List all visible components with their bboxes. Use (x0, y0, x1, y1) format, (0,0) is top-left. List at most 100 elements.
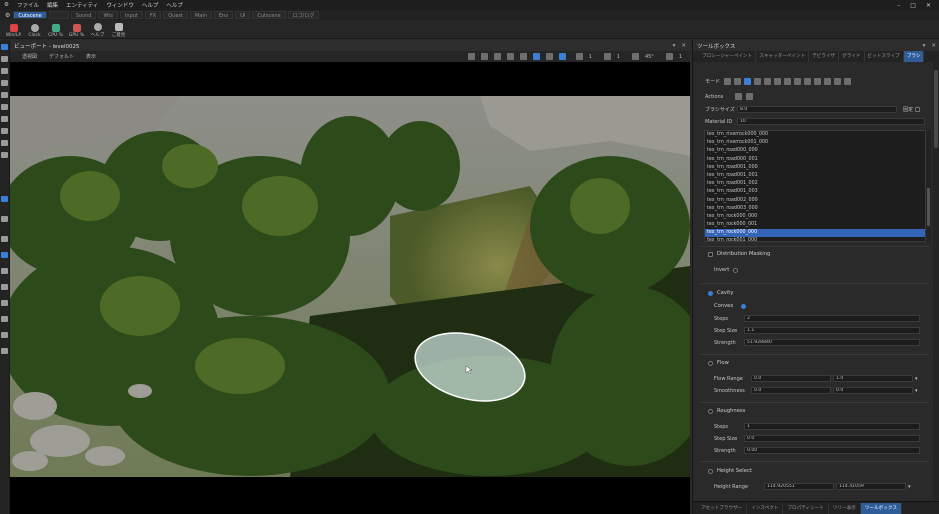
view-tool-icon[interactable] (1, 252, 8, 258)
terrain-scene[interactable] (10, 96, 690, 477)
raise-mode-icon[interactable] (724, 78, 732, 85)
menu-window[interactable]: ウィンドウ (102, 1, 138, 9)
bottom-tab[interactable]: プロパティシート (783, 502, 829, 514)
workspace-tab[interactable] (48, 11, 69, 19)
cavity-step-size-input[interactable]: 1.1 (744, 327, 920, 334)
toolbox-tab[interactable]: プロシージャーペイント (699, 51, 757, 62)
workspace-tab[interactable]: Cutscene (13, 11, 47, 19)
panel-c-icon[interactable] (1, 300, 8, 306)
invert-checkbox[interactable] (733, 267, 739, 273)
rotate-icon[interactable] (493, 53, 501, 60)
height-range-dropdown-icon[interactable]: ▾ (908, 484, 911, 490)
texture-list-item[interactable]: tex_trn_riverrock000_000 (705, 131, 925, 139)
workspace-tab[interactable]: Cutscene (252, 11, 286, 19)
panel-b-icon[interactable] (1, 284, 8, 290)
gpu-button[interactable]: GPU % (66, 24, 87, 38)
texture-list-item[interactable]: tex_trn_rock000_000 (705, 213, 925, 221)
light-tool-icon[interactable] (1, 140, 8, 146)
convex-radio[interactable] (741, 303, 747, 309)
menu-edit[interactable]: 編集 (43, 1, 62, 9)
pencil-icon[interactable] (735, 93, 743, 100)
move-icon[interactable] (480, 53, 488, 60)
texture-list-scrollbar[interactable] (926, 130, 931, 242)
stamp-d-icon[interactable] (844, 78, 852, 85)
camera-tool-icon[interactable] (1, 152, 8, 158)
roughness-checkbox[interactable] (708, 408, 713, 414)
bottom-tab[interactable]: ツリー表示 (829, 502, 861, 514)
fov-icon[interactable] (631, 53, 639, 60)
toolbox-close-icon[interactable]: ✕ (931, 43, 936, 49)
workspace-tab[interactable]: Input (119, 11, 143, 19)
texture-list[interactable]: tex_trn_riverrock000_000 tex_trn_riverro… (704, 130, 926, 242)
feedback-button[interactable]: ご意見 (108, 23, 129, 38)
texture-list-item[interactable]: tex_trn_road000_001 (705, 156, 925, 164)
fov-value[interactable]: 45° (645, 54, 654, 60)
texture-list-item[interactable]: tex_trn_road001_002 (705, 180, 925, 188)
bottom-tab[interactable]: アセットブラウザー (697, 502, 748, 514)
height-range-max-input[interactable]: 114.41059 (836, 483, 906, 490)
texture-list-item[interactable]: tex_trn_road002_000 (705, 197, 925, 205)
move-tool-icon[interactable] (1, 56, 8, 62)
layer-tool-icon[interactable] (1, 128, 8, 134)
cursor-icon[interactable] (467, 53, 475, 60)
flatten-mode-icon[interactable] (764, 78, 772, 85)
brush-size-input[interactable]: 8.0 (737, 106, 897, 113)
node-icon[interactable] (519, 53, 527, 60)
viewport-menu-icon[interactable]: ▾ (673, 43, 676, 49)
workspace-tab[interactable]: Main (189, 11, 212, 19)
texture-list-item-selected[interactable]: tex_trn_rock000_000 (705, 229, 925, 238)
grid-value[interactable]: 1 (589, 54, 592, 60)
clock-button[interactable]: Clock (24, 24, 45, 38)
world-space-icon[interactable] (545, 53, 553, 60)
up-arrow-icon[interactable] (804, 78, 812, 85)
lower-mode-icon[interactable] (734, 78, 742, 85)
rough-steps-input[interactable]: 1 (744, 423, 920, 430)
material-id-input[interactable]: 10 (737, 118, 925, 125)
viewport-menu-perspective[interactable]: 透視図 (22, 53, 37, 60)
snap-icon[interactable] (558, 53, 566, 60)
flow-range-dropdown-icon[interactable]: ▾ (915, 376, 918, 382)
panel-e-icon[interactable] (1, 332, 8, 338)
app-icon[interactable]: ⚙ (0, 2, 13, 8)
speed-value[interactable]: 1 (679, 54, 682, 60)
paint-mode-icon[interactable] (744, 78, 752, 85)
viewport-close-icon[interactable]: ✕ (681, 43, 686, 49)
menu-help-b[interactable]: ヘルプ (162, 1, 187, 9)
terrain-tool-icon[interactable] (1, 104, 8, 110)
menu-file[interactable]: ファイル (13, 1, 43, 9)
toolbox-tab[interactable]: グライド (839, 51, 865, 62)
workspace-tab[interactable]: Env (213, 11, 234, 19)
flow-range-max-input[interactable]: 1.0 (833, 375, 913, 382)
toolbox-tab-active[interactable]: ブラシ (903, 51, 925, 62)
toolbox-tab[interactable]: スキャッターペイント (756, 51, 810, 62)
gear-icon[interactable]: ⚙ (2, 12, 13, 19)
winlp-button[interactable]: Win/LP (3, 24, 24, 38)
scene-viewport[interactable] (10, 62, 690, 514)
texture-list-item[interactable]: tex_trn_riverrock001_000 (705, 139, 925, 147)
grid-snap-icon[interactable] (575, 53, 583, 60)
toolbox-scroll-thumb[interactable] (934, 70, 938, 148)
texture-list-item[interactable]: tex_trn_rock001_000 (705, 237, 925, 241)
workspace-tab[interactable]: UI (235, 11, 251, 19)
filter-tool-icon[interactable] (1, 236, 8, 242)
viewport-menu-default[interactable]: デフォルト (49, 53, 74, 60)
workspace-tab[interactable]: Wts (98, 11, 118, 19)
cavity-strength-input[interactable]: 51.928840 (744, 339, 920, 346)
texture-list-item[interactable]: tex_trn_road001_001 (705, 172, 925, 180)
rough-strength-input[interactable]: 0.00 (744, 447, 920, 454)
texture-list-item[interactable]: tex_trn_road001_000 (705, 164, 925, 172)
workspace-tab[interactable]: FX (144, 11, 162, 19)
brush-tool-icon[interactable] (1, 196, 8, 202)
stamp-icon[interactable] (814, 78, 822, 85)
angle-value[interactable]: 1 (617, 54, 620, 60)
toolbox-menu-icon[interactable]: ▾ (923, 43, 926, 49)
erode-mode-icon[interactable] (784, 78, 792, 85)
brush-cursor[interactable] (412, 332, 528, 402)
stamp-b-icon[interactable] (824, 78, 832, 85)
height-range-min-input[interactable]: 114.920551 (764, 483, 834, 490)
grid-tool-icon[interactable] (1, 216, 8, 222)
bottom-tab[interactable]: インスペクト (747, 502, 784, 514)
noise-mode-icon[interactable] (774, 78, 782, 85)
toolbox-scrollbar[interactable] (933, 62, 939, 500)
cpu-button[interactable]: CPU % (45, 24, 66, 38)
